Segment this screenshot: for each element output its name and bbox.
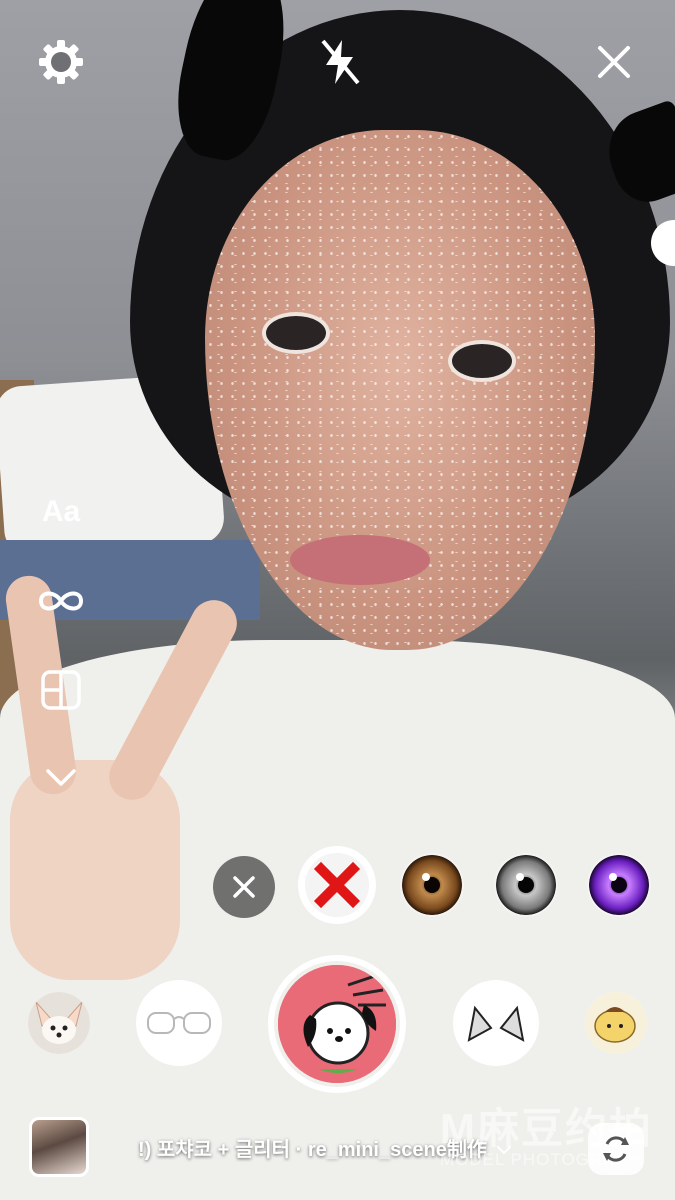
flip-camera-button[interactable]: [588, 1123, 644, 1175]
fox-icon: [28, 992, 90, 1054]
option-purple-iris[interactable]: [589, 855, 649, 915]
close-icon: [598, 46, 630, 78]
camera-flip-icon: [603, 1136, 629, 1162]
layout-icon: [41, 670, 81, 710]
more-tools-button[interactable]: [30, 752, 92, 802]
option-none[interactable]: [298, 846, 376, 924]
glasses-icon: [147, 1012, 211, 1034]
subject-lips: [290, 535, 430, 585]
purple-iris-icon: [589, 855, 649, 915]
effect-fennec-fox[interactable]: [28, 992, 90, 1054]
flash-button[interactable]: [312, 34, 368, 90]
chevron-down-icon: [497, 1146, 512, 1154]
effect-name-label: !) 포챠코 + 글리터 · re_mini_scene制作: [138, 1139, 487, 1161]
text-mode-button[interactable]: Aa: [30, 487, 92, 537]
flash-off-icon: [321, 39, 360, 85]
pochacco-icon: [278, 965, 396, 1083]
option-gray-iris[interactable]: [496, 855, 556, 915]
close-camera-button[interactable]: [586, 34, 642, 90]
boomerang-button[interactable]: [30, 576, 92, 626]
capture-button[interactable]: [268, 955, 406, 1093]
close-icon: [233, 876, 255, 898]
chevron-down-icon: [46, 769, 76, 786]
gray-iris-icon: [496, 855, 556, 915]
gear-icon: [39, 40, 83, 84]
effect-pompompurin[interactable]: [585, 992, 647, 1054]
effect-pochacco-glitter: [278, 965, 396, 1083]
effect-glasses[interactable]: [136, 980, 222, 1066]
settings-button[interactable]: [33, 34, 89, 90]
infinity-icon: [38, 591, 84, 611]
effect-name-selector[interactable]: !) 포챠코 + 글리터 · re_mini_scene制作: [138, 1133, 512, 1162]
red-x-icon: [313, 861, 361, 909]
gallery-thumbnail-button[interactable]: [29, 1117, 89, 1177]
subject-eye-right: [448, 340, 516, 382]
subject-eye-left: [262, 312, 330, 354]
cat-ears-icon: [467, 1005, 525, 1042]
effect-cat-ears[interactable]: [453, 980, 539, 1066]
option-brown-iris[interactable]: [402, 855, 462, 915]
layout-button[interactable]: [30, 665, 92, 715]
pompompurin-icon: [585, 992, 647, 1054]
dismiss-options-button[interactable]: [213, 856, 275, 918]
brown-iris-icon: [402, 855, 462, 915]
none-option-face: [305, 853, 369, 917]
